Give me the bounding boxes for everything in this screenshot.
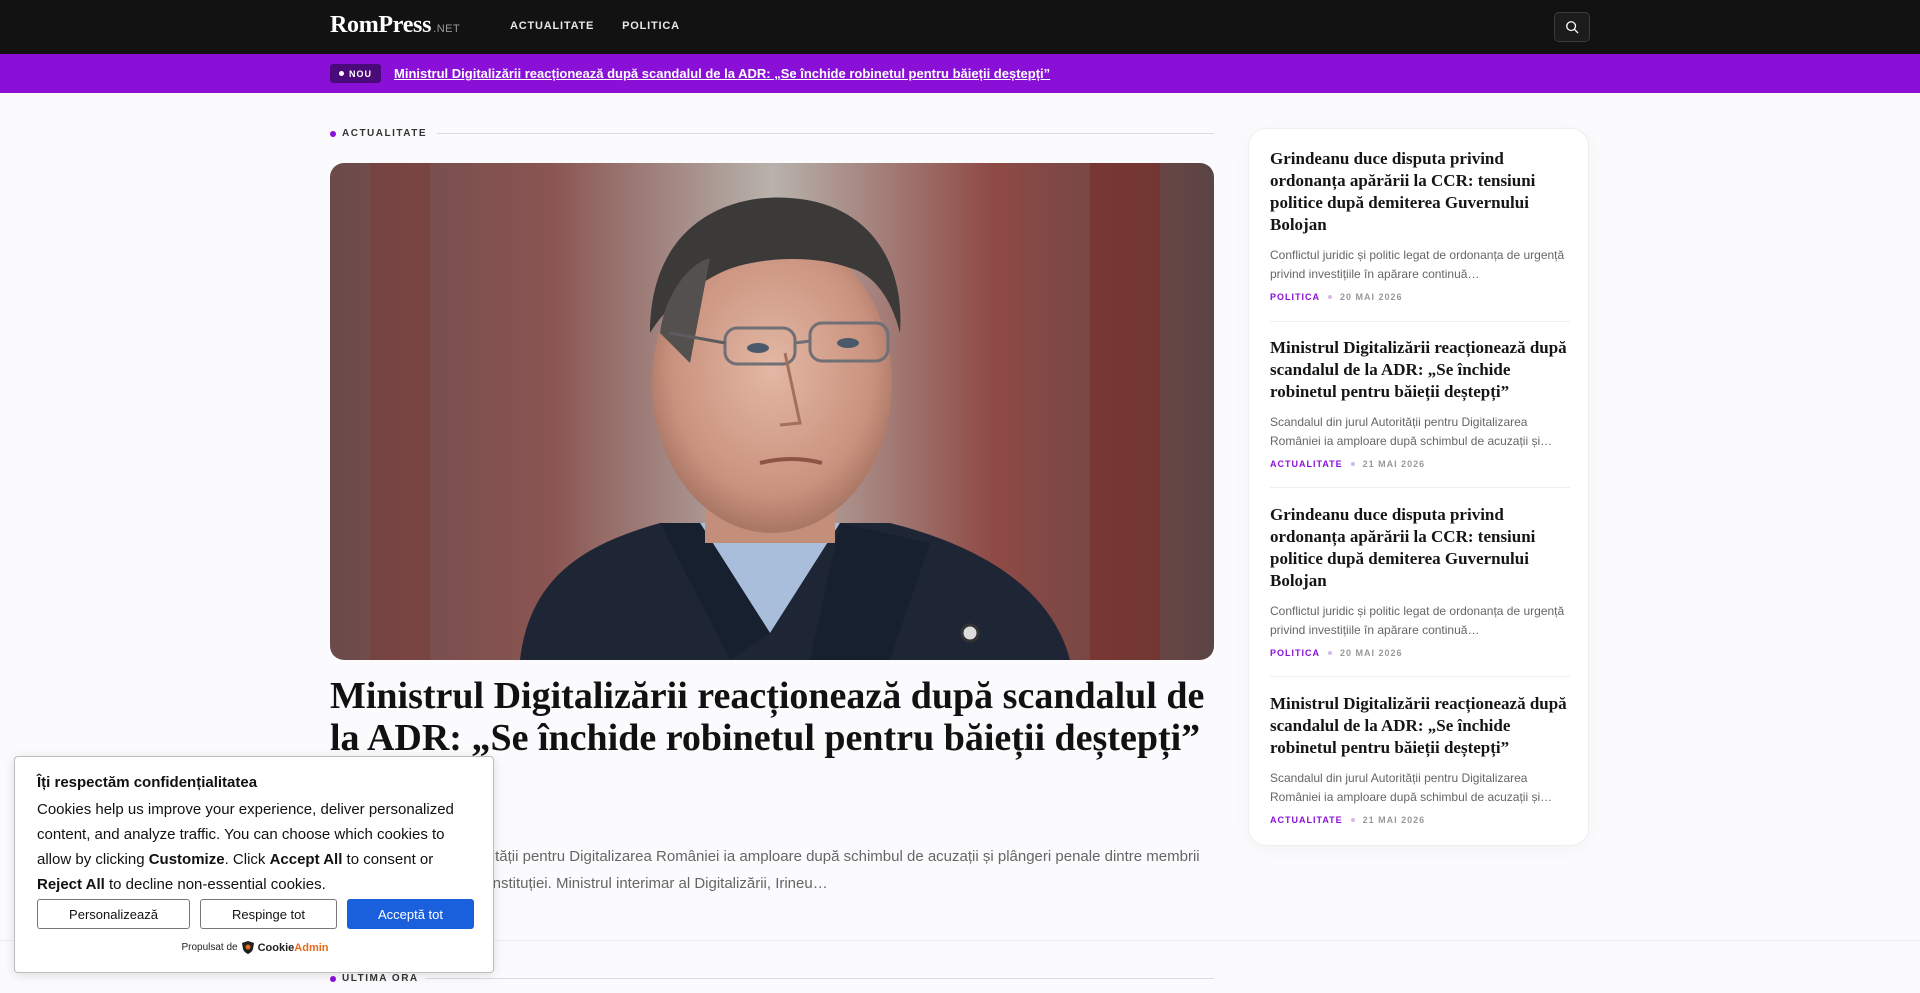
site-header: RomPress .NET ACTUALITATE POLITICA <box>0 0 1920 54</box>
sidebar-article-title[interactable]: Ministrul Digitalizării reacționează dup… <box>1270 693 1570 759</box>
accept-all-button[interactable]: Acceptă tot <box>347 899 474 929</box>
sidebar-divider <box>1270 676 1570 677</box>
cookieadmin-shield-icon <box>241 941 254 954</box>
search-icon <box>1566 21 1579 34</box>
cookieadmin-logo[interactable]: CookieAdmin <box>258 942 329 954</box>
cookie-text-reject: Reject All <box>37 876 105 893</box>
hero-image[interactable] <box>330 163 1214 660</box>
section-label-ultima-ora: ULTIMA ORA <box>330 973 419 984</box>
article-date: 21 MAI 2026 <box>1362 815 1426 825</box>
badge-label: NOU <box>349 68 372 79</box>
sidebar-article-excerpt: Scandalul din jurul Autorității pentru D… <box>1270 415 1553 448</box>
section-label-text: ACTUALITATE <box>342 128 428 139</box>
sidebar-article-meta: POLITICA 20 MAI 2026 <box>1270 648 1570 658</box>
meta-separator-dot <box>1328 651 1332 655</box>
article-date: 20 MAI 2026 <box>1340 648 1403 658</box>
logo-suffix: .NET <box>433 23 461 35</box>
brand-part: Cookie <box>257 941 295 954</box>
sidebar-article[interactable]: Grindeanu duce disputa privind ordonanța… <box>1270 504 1570 658</box>
cookie-powered-by: Propulsat de CookieAdmin <box>15 941 495 954</box>
search-button[interactable] <box>1554 12 1590 42</box>
sidebar-article-meta: ACTUALITATE 21 MAI 2026 <box>1270 459 1570 469</box>
badge-dot-icon <box>339 71 344 76</box>
sidebar-divider <box>1270 321 1570 322</box>
cookie-text-part: to decline non-essential cookies. <box>104 876 326 893</box>
sidebar-article-excerpt: Conflictul juridic și politic legat de o… <box>1270 248 1565 281</box>
sidebar-article[interactable]: Ministrul Digitalizării reacționează dup… <box>1270 693 1570 825</box>
sidebar-article-meta: POLITICA 20 MAI 2026 <box>1270 292 1570 302</box>
cookie-description: Cookies help us improve your experience,… <box>37 797 477 897</box>
meta-separator-dot <box>1350 462 1355 466</box>
sidebar-article-title[interactable]: Ministrul Digitalizării reacționează dup… <box>1270 337 1570 403</box>
sidebar-article-excerpt: Conflictul juridic și politic legat de o… <box>1270 604 1565 637</box>
sidebar-article-title[interactable]: Grindeanu duce disputa privind ordonanța… <box>1270 148 1570 236</box>
logo-text: RomPress <box>330 12 432 38</box>
article-date: 21 MAI 2026 <box>1362 459 1426 469</box>
meta-separator-dot <box>1328 295 1332 299</box>
section-dot-icon <box>330 975 336 982</box>
sidebar-divider <box>1270 487 1570 488</box>
nav-item-actualitate[interactable]: ACTUALITATE <box>510 20 594 32</box>
sidebar-article-meta: ACTUALITATE 21 MAI 2026 <box>1270 815 1570 825</box>
cookie-text-part: to consent or <box>342 851 434 868</box>
hero-title[interactable]: Ministrul Digitalizării reacționează dup… <box>330 675 1210 759</box>
main-nav: ACTUALITATE POLITICA <box>510 20 680 32</box>
cookie-text-customize: Customize <box>148 851 225 868</box>
sidebar-article-excerpt: Scandalul din jurul Autorității pentru D… <box>1270 771 1553 804</box>
section-divider <box>437 133 1214 134</box>
sidebar-article-title[interactable]: Grindeanu duce disputa privind ordonanța… <box>1270 504 1570 592</box>
customize-button[interactable]: Personalizează <box>37 899 190 929</box>
category-link[interactable]: POLITICA <box>1270 292 1320 302</box>
cookie-consent-banner: Îți respectăm confidențialitatea Cookies… <box>14 756 494 973</box>
site-logo[interactable]: RomPress .NET <box>330 12 460 39</box>
meta-separator-dot <box>1350 818 1355 822</box>
breaking-news-bar: NOU Ministrul Digitalizării reacționează… <box>0 54 1920 93</box>
section-label-actualitate: ACTUALITATE <box>330 128 427 139</box>
brand-part: Admin <box>294 941 329 954</box>
sidebar-latest: Grindeanu duce disputa privind ordonanța… <box>1248 128 1589 846</box>
category-link[interactable]: ACTUALITATE <box>1270 459 1343 469</box>
section-divider <box>425 978 1214 979</box>
sidebar-article[interactable]: Grindeanu duce disputa privind ordonanța… <box>1270 148 1570 302</box>
reject-all-button[interactable]: Respinge tot <box>200 899 337 929</box>
cookie-title: Îți respectăm confidențialitatea <box>37 774 258 791</box>
cookie-text-accept: Accept All <box>269 851 343 868</box>
powered-by-label: Propulsat de <box>181 942 238 953</box>
cookie-text-part: . Click <box>224 851 270 868</box>
hero-photo-illustration <box>330 163 1214 660</box>
category-link[interactable]: POLITICA <box>1270 648 1320 658</box>
nav-item-politica[interactable]: POLITICA <box>622 20 680 32</box>
new-badge: NOU <box>330 64 381 83</box>
ticker-headline-link[interactable]: Ministrul Digitalizării reacționează dup… <box>394 66 1050 81</box>
sidebar-article[interactable]: Ministrul Digitalizării reacționează dup… <box>1270 337 1570 469</box>
article-date: 20 MAI 2026 <box>1340 292 1403 302</box>
section-dot-icon <box>330 130 336 137</box>
section-label-text: ULTIMA ORA <box>342 973 419 984</box>
category-link[interactable]: ACTUALITATE <box>1270 815 1343 825</box>
